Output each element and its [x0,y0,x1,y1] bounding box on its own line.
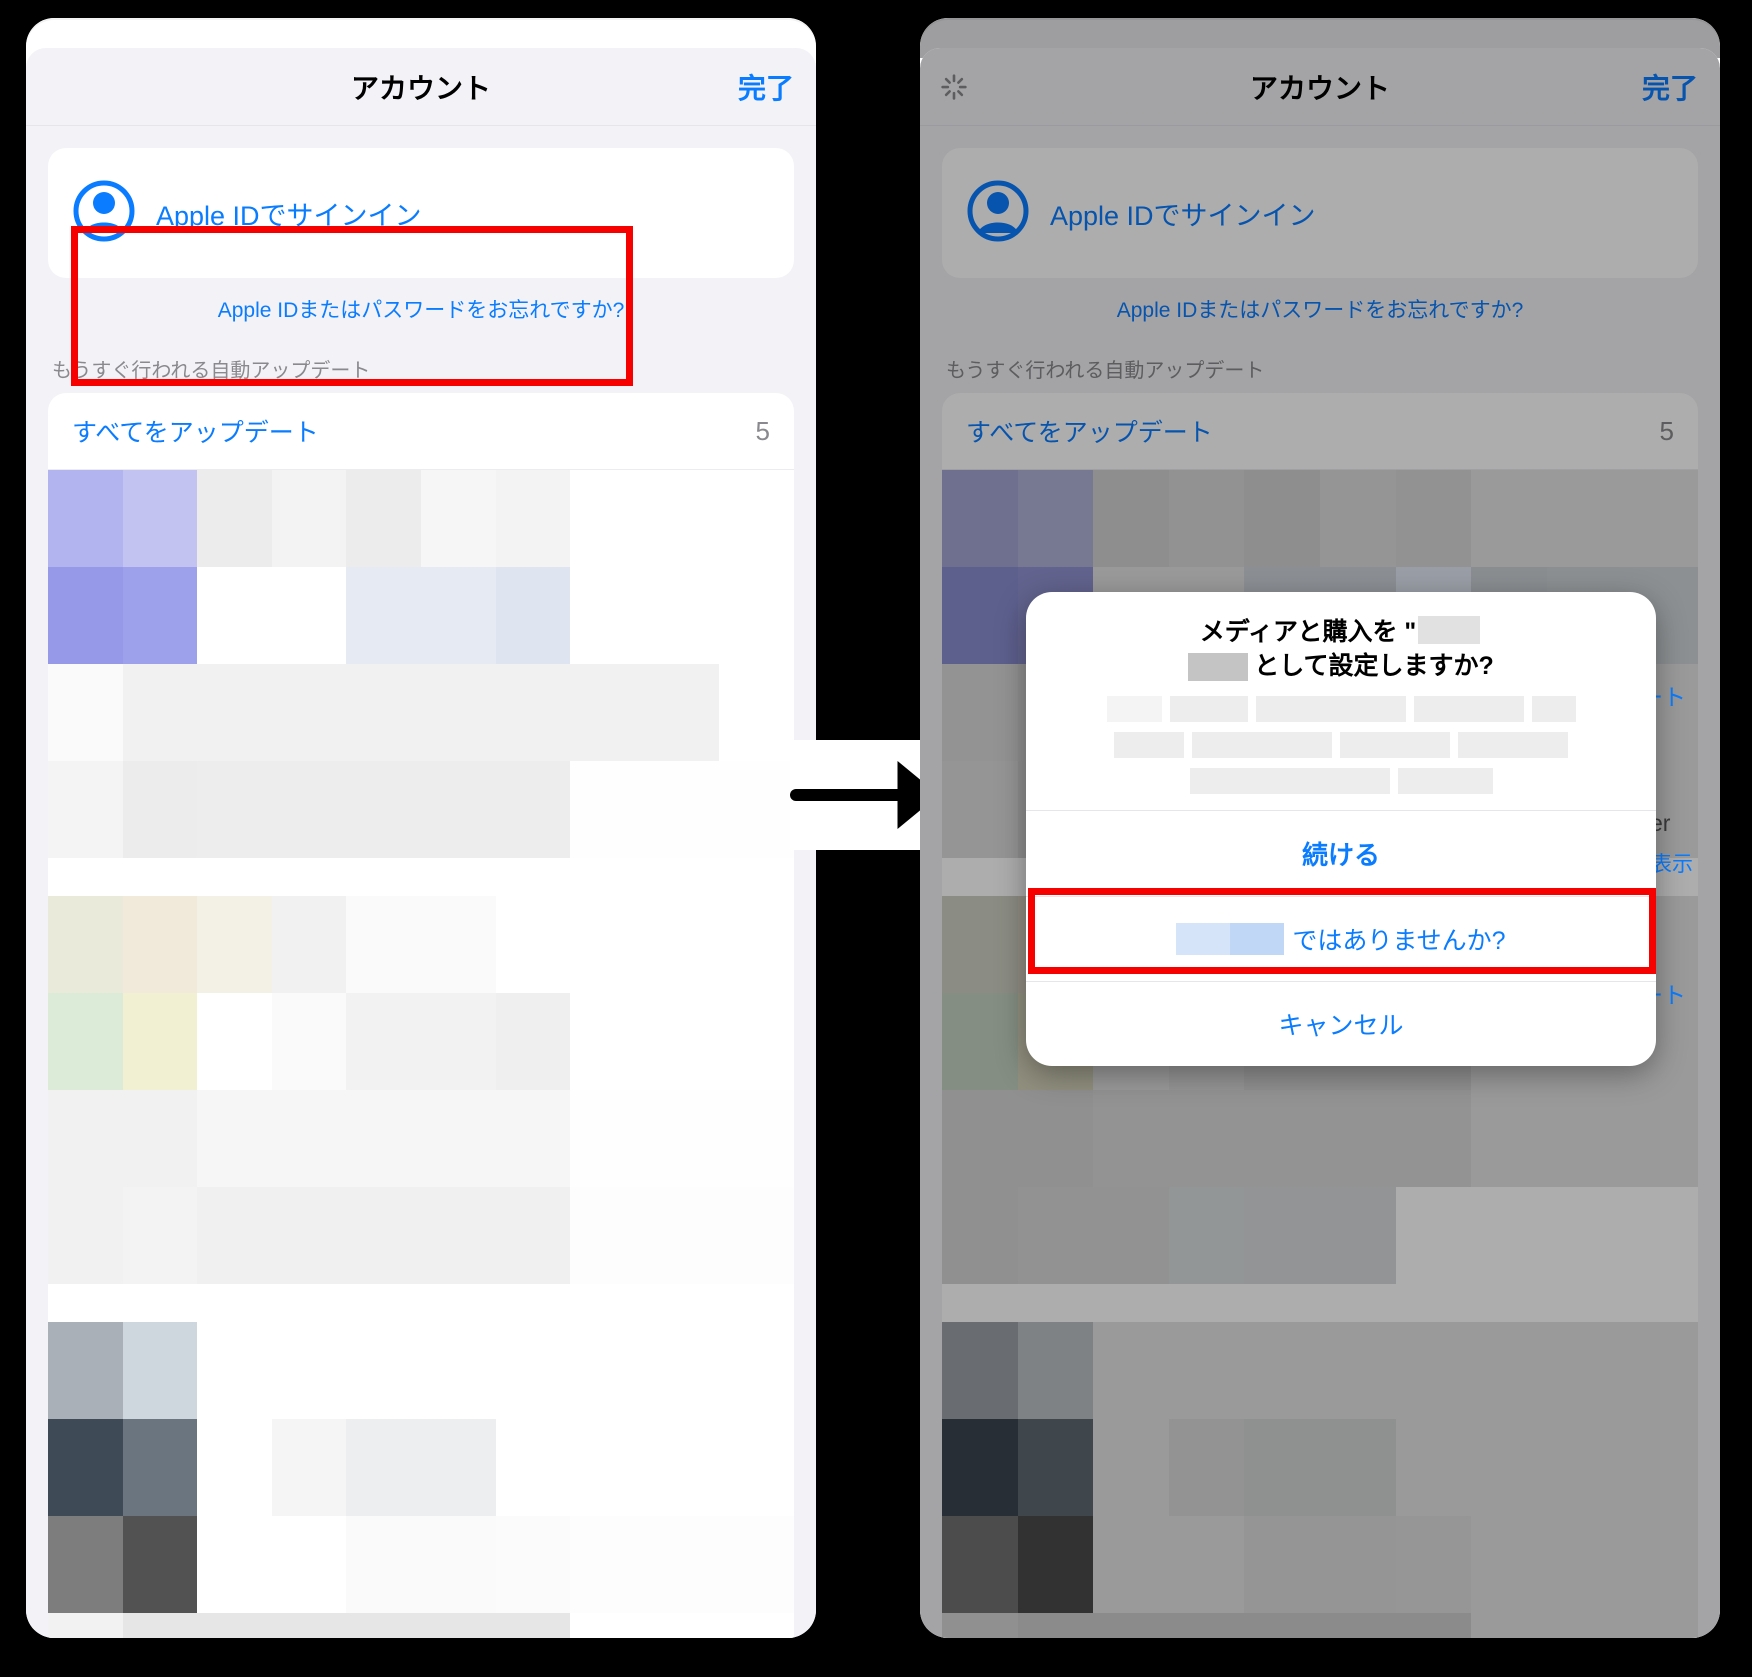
redacted-email [1176,923,1284,955]
alert-body-redacted [1026,690,1656,811]
update-all-label: すべてをアップデート [72,413,319,449]
not-you-button[interactable]: ではありませんか? [1026,897,1656,982]
redacted-block [1188,653,1248,681]
alert-title-part2: として設定しますか? [1254,650,1494,684]
update-count: 5 [756,416,770,447]
scroll-area[interactable]: Apple IDでサインイン Apple IDまたはパスワードをお忘れですか? … [26,126,816,1638]
account-sheet: アカウント 完了 Apple IDでサインイン Apple IDまたはパスワード… [26,48,816,1638]
media-purchase-alert: メディアと購入を " として設定しますか? 続ける ではありませんか? キャンセ… [1026,592,1656,1066]
not-you-label: ではありませんか? [1292,921,1505,957]
continue-button[interactable]: 続ける [1026,811,1656,897]
forgot-link[interactable]: Apple IDまたはパスワードをお忘れですか? [48,294,794,324]
phone-left: アカウント 完了 Apple IDでサインイン Apple IDまたはパスワード… [26,18,816,1638]
updates-section-label: もうすぐ行われる自動アップデート [48,354,794,393]
app-list-blurred [48,470,794,1638]
alert-title: メディアと購入を " として設定しますか? [1026,592,1656,690]
nav-bar: アカウント 完了 [26,48,816,126]
signin-label: Apple IDでサインイン [156,194,422,233]
update-all-row[interactable]: すべてをアップデート 5 [48,393,794,470]
arrow-icon [790,750,940,840]
phone-right: アカウント 完了 Apple IDでサインイン Apple IDまたはパスワード… [920,18,1720,1638]
cancel-button[interactable]: キャンセル [1026,982,1656,1066]
alert-title-part1: メディアと購入を " [1200,618,1417,646]
page-title: アカウント [351,67,491,107]
done-button[interactable]: 完了 [738,67,794,107]
updates-card: すべてをアップデート 5 [48,393,794,1638]
redacted-block [1418,616,1480,644]
signin-button[interactable]: Apple IDでサインイン [48,148,794,278]
account-sheet-r: アカウント 完了 Apple IDでサインイン Apple IDまたはパスワード… [920,48,1720,1638]
avatar-icon [72,179,136,248]
